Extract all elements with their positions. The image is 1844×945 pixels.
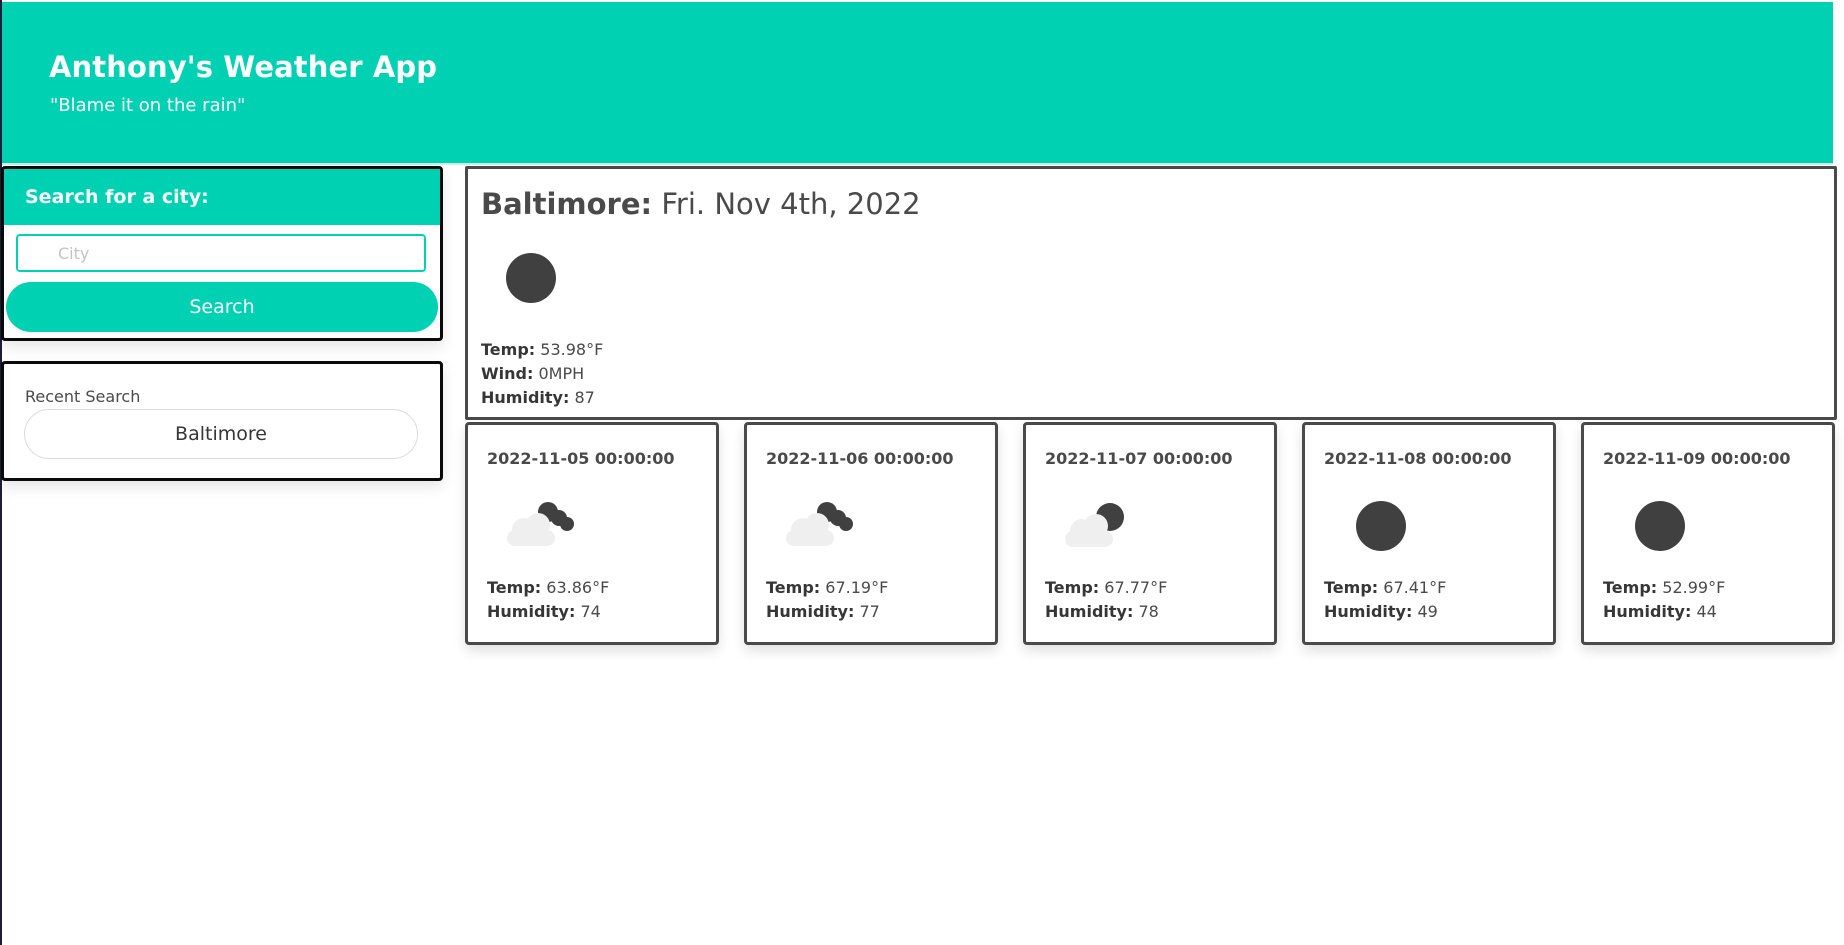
forecast-humidity: Humidity: 78 xyxy=(1045,602,1159,621)
current-weather-heading: Baltimore: Fri. Nov 4th, 2022 xyxy=(481,187,921,221)
full-moon-icon xyxy=(506,253,556,303)
city-search-input[interactable] xyxy=(16,234,426,272)
forecast-temp-value: 67.19°F xyxy=(825,578,889,597)
app-title: Anthony's Weather App xyxy=(49,50,438,84)
forecast-humidity: Humidity: 49 xyxy=(1324,602,1438,621)
forecast-humidity-value: 74 xyxy=(580,602,601,621)
broken-clouds-night-icon xyxy=(507,502,574,546)
forecast-temp: Temp: 52.99°F xyxy=(1603,578,1725,597)
forecast-humidity-label: Humidity: xyxy=(1045,602,1134,621)
forecast-humidity-label: Humidity: xyxy=(766,602,855,621)
current-city: Baltimore: xyxy=(481,187,653,221)
search-panel: Search for a city: Search xyxy=(1,166,443,341)
forecast-date: 2022-11-06 00:00:00 xyxy=(766,449,954,468)
forecast-temp-label: Temp: xyxy=(766,578,821,597)
full-moon-icon xyxy=(1356,501,1406,551)
forecast-temp-value: 52.99°F xyxy=(1662,578,1726,597)
forecast-card: 2022-11-09 00:00:00 Temp: 52.99°F Humidi… xyxy=(1581,422,1835,645)
broken-clouds-night-icon xyxy=(786,502,853,546)
app-subtitle: "Blame it on the rain" xyxy=(50,95,246,116)
forecast-humidity: Humidity: 74 xyxy=(487,602,601,621)
forecast-temp: Temp: 67.41°F xyxy=(1324,578,1446,597)
current-date: Fri. Nov 4th, 2022 xyxy=(661,187,921,221)
forecast-date: 2022-11-09 00:00:00 xyxy=(1603,449,1791,468)
forecast-humidity: Humidity: 77 xyxy=(766,602,880,621)
few-clouds-night-icon xyxy=(1065,503,1124,547)
humidity-label: Humidity: xyxy=(481,388,570,407)
app-header: Anthony's Weather App "Blame it on the r… xyxy=(2,2,1833,165)
forecast-humidity-label: Humidity: xyxy=(487,602,576,621)
current-wind: Wind: 0MPH xyxy=(481,364,584,383)
forecast-card: 2022-11-05 00:00:00 Temp: 63.86°F Humidi… xyxy=(465,422,719,645)
forecast-humidity-label: Humidity: xyxy=(1603,602,1692,621)
forecast-temp-value: 63.86°F xyxy=(546,578,610,597)
recent-search-label: Recent Search xyxy=(25,387,141,406)
forecast-date: 2022-11-08 00:00:00 xyxy=(1324,449,1512,468)
temp-label: Temp: xyxy=(481,340,536,359)
search-button[interactable]: Search xyxy=(6,282,438,332)
forecast-temp-value: 67.41°F xyxy=(1383,578,1447,597)
forecast-temp-label: Temp: xyxy=(487,578,542,597)
forecast-humidity-value: 44 xyxy=(1696,602,1717,621)
forecast-card: 2022-11-07 00:00:00 Temp: 67.77°F Humidi… xyxy=(1023,422,1277,645)
forecast-humidity-value: 77 xyxy=(859,602,880,621)
current-humidity: Humidity: 87 xyxy=(481,388,595,407)
forecast-temp-label: Temp: xyxy=(1324,578,1379,597)
forecast-temp: Temp: 63.86°F xyxy=(487,578,609,597)
wind-value: 0MPH xyxy=(538,364,585,383)
forecast-temp: Temp: 67.19°F xyxy=(766,578,888,597)
wind-label: Wind: xyxy=(481,364,534,383)
full-moon-icon xyxy=(1635,501,1685,551)
forecast-temp-label: Temp: xyxy=(1045,578,1100,597)
forecast-temp-label: Temp: xyxy=(1603,578,1658,597)
recent-search-item-baltimore[interactable]: Baltimore xyxy=(24,409,418,459)
forecast-humidity-value: 49 xyxy=(1417,602,1438,621)
forecast-date: 2022-11-07 00:00:00 xyxy=(1045,449,1233,468)
forecast-temp-value: 67.77°F xyxy=(1104,578,1168,597)
recent-search-panel: Recent Search Baltimore xyxy=(1,361,443,481)
humidity-value: 87 xyxy=(574,388,595,407)
forecast-humidity: Humidity: 44 xyxy=(1603,602,1717,621)
forecast-date: 2022-11-05 00:00:00 xyxy=(487,449,675,468)
forecast-card: 2022-11-08 00:00:00 Temp: 67.41°F Humidi… xyxy=(1302,422,1556,645)
search-heading: Search for a city: xyxy=(4,169,440,225)
forecast-humidity-label: Humidity: xyxy=(1324,602,1413,621)
current-temp: Temp: 53.98°F xyxy=(481,340,603,359)
temp-value: 53.98°F xyxy=(540,340,604,359)
forecast-humidity-value: 78 xyxy=(1138,602,1159,621)
current-weather-card: Baltimore: Fri. Nov 4th, 2022 Temp: 53.9… xyxy=(465,166,1837,420)
forecast-card: 2022-11-06 00:00:00 Temp: 67.19°F Humidi… xyxy=(744,422,998,645)
forecast-temp: Temp: 67.77°F xyxy=(1045,578,1167,597)
